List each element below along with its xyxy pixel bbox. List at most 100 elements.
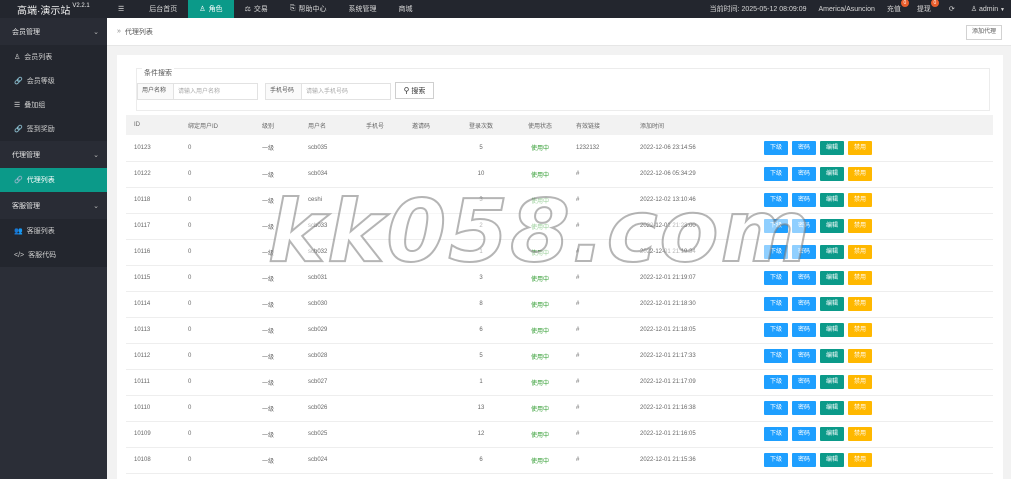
refresh-icon[interactable]: ⟳ <box>949 5 955 13</box>
disable-button[interactable]: 禁用 <box>848 349 873 363</box>
sidebar-item[interactable]: </> 客服代码 <box>0 243 107 267</box>
table-cell: 0 <box>188 223 192 229</box>
disable-button[interactable]: 禁用 <box>848 219 873 233</box>
disable-button[interactable]: 禁用 <box>848 245 873 259</box>
subordinate-button[interactable]: 下级 <box>764 427 789 441</box>
row-actions: 下级 密码 编辑 禁用 <box>756 265 993 291</box>
edit-button[interactable]: 编辑 <box>820 297 845 311</box>
subordinate-button[interactable]: 下级 <box>764 167 789 181</box>
table-cell: 0 <box>188 353 192 359</box>
sidebar-item[interactable]: ☰ 叠加组 <box>0 93 107 117</box>
subordinate-button[interactable]: 下级 <box>764 375 789 389</box>
password-button[interactable]: 密码 <box>792 140 817 155</box>
table-row: 10123 0 一级 scb035 5 使用中 1232132 2022-12-06 23:1… <box>126 135 993 161</box>
edit-button[interactable]: 编辑 <box>820 323 845 337</box>
disable-button[interactable]: 禁用 <box>848 375 873 389</box>
subordinate-button[interactable]: 下级 <box>764 245 789 259</box>
password-button[interactable]: 密码 <box>792 375 817 389</box>
table-cell: 使用中 <box>530 276 549 283</box>
table-cell: scb032 <box>308 249 328 255</box>
sidebar-item[interactable]: 👥 客服列表 <box>0 219 107 243</box>
withdraw-label: 提现 <box>916 6 931 13</box>
table-cell: 一级 <box>262 354 275 361</box>
sidebar-item[interactable]: ♙ 会员列表 <box>0 45 107 69</box>
subordinate-button[interactable]: 下级 <box>764 193 789 207</box>
password-button[interactable]: 密码 <box>792 323 817 337</box>
edit-button[interactable]: 编辑 <box>820 167 845 181</box>
edit-button[interactable]: 编辑 <box>820 349 845 363</box>
recharge-link[interactable]: 充值 0 <box>887 0 909 14</box>
disable-button[interactable]: 禁用 <box>848 323 873 337</box>
table-row: 10112 0 一级 scb028 5 使用中 #2022-12-01 21:17:33 下级… <box>126 343 993 369</box>
password-button[interactable]: 密码 <box>792 453 817 467</box>
sidebar-item[interactable]: 🔗 代理列表 <box>0 168 107 192</box>
password-button[interactable]: 密码 <box>792 167 817 181</box>
disable-button[interactable]: 禁用 <box>848 140 873 155</box>
sidebar-group-0[interactable]: 会员管理 ⌄ <box>0 18 107 45</box>
table-cell: 2022-12-01 21:19:07 <box>640 275 696 281</box>
password-button[interactable]: 密码 <box>792 427 817 441</box>
edit-button[interactable]: 编辑 <box>820 401 845 415</box>
password-button[interactable]: 密码 <box>792 193 817 207</box>
subordinate-button[interactable]: 下级 <box>764 401 789 415</box>
search-button[interactable]: ⚲ 搜索 <box>395 82 434 99</box>
top-nav-item-5[interactable]: 系统管理 <box>337 0 387 18</box>
password-button[interactable]: 密码 <box>792 349 817 363</box>
edit-button[interactable]: 编辑 <box>820 193 845 207</box>
top-nav-item-0[interactable]: ☰ <box>107 0 138 18</box>
top-nav-item-3[interactable]: ⚖ 交易 <box>234 0 279 18</box>
disable-button[interactable]: 禁用 <box>848 453 873 467</box>
disable-button[interactable]: 禁用 <box>848 297 873 311</box>
password-button[interactable]: 密码 <box>792 401 817 415</box>
edit-button[interactable]: 编辑 <box>820 271 845 285</box>
edit-button[interactable]: 编辑 <box>820 219 845 233</box>
row-actions: 下级 密码 编辑 禁用 <box>756 291 993 317</box>
disable-button[interactable]: 禁用 <box>848 401 873 415</box>
disable-button[interactable]: 禁用 <box>848 193 873 207</box>
subordinate-button[interactable]: 下级 <box>764 271 789 285</box>
sidebar-group-2[interactable]: 客服管理 ⌄ <box>0 192 107 219</box>
subordinate-button[interactable]: 下级 <box>764 140 789 155</box>
subordinate-button[interactable]: 下级 <box>764 297 789 311</box>
table-row: 10116 0 一级 scb032 1 使用中 #2022-12-01 21:19:34 下级… <box>126 239 993 265</box>
top-nav: ☰ 后台首页 ♙ 角色 ⚖ 交易 ⎘ 帮助中心 系统管理 商城 <box>107 0 423 18</box>
add-agent-button[interactable]: 添加代理 <box>965 25 1002 40</box>
sidebar-item[interactable]: 🔗 会员等级 <box>0 69 107 93</box>
edit-button[interactable]: 编辑 <box>820 140 845 155</box>
sidebar-group-1[interactable]: 代理管理 ⌄ <box>0 141 107 168</box>
disable-button[interactable]: 禁用 <box>848 427 873 441</box>
table-row: 10109 0 一级 scb025 12 使用中 #2022-12-01 21:16:05 下… <box>126 421 993 447</box>
table-cell <box>404 239 450 265</box>
password-button[interactable]: 密码 <box>792 219 817 233</box>
breadcrumb-current: 代理列表 <box>124 28 153 36</box>
edit-button[interactable]: 编辑 <box>820 245 845 259</box>
top-nav-item-4[interactable]: ⎘ 帮助中心 <box>279 0 338 18</box>
password-button[interactable]: 密码 <box>792 271 817 285</box>
subordinate-button[interactable]: 下级 <box>764 349 789 363</box>
top-nav-item-6[interactable]: 商城 <box>387 0 423 18</box>
subordinate-button[interactable]: 下级 <box>764 323 789 337</box>
password-button[interactable]: 密码 <box>792 245 817 259</box>
app-brand[interactable]: 高端·演示站 V2.2.1 <box>0 0 107 18</box>
table-cell: 一级 <box>262 198 275 205</box>
table-cell: # <box>576 223 580 229</box>
phone-input[interactable] <box>302 84 388 99</box>
subordinate-button[interactable]: 下级 <box>764 453 789 467</box>
top-nav-item-1[interactable]: 后台首页 <box>138 0 188 18</box>
sidebar-item[interactable]: 🔗 签到奖励 <box>0 117 107 141</box>
subordinate-button[interactable]: 下级 <box>764 219 789 233</box>
edit-button[interactable]: 编辑 <box>820 375 845 389</box>
table-cell: 0 <box>188 379 192 385</box>
edit-button[interactable]: 编辑 <box>820 427 845 441</box>
username-input[interactable] <box>174 84 256 99</box>
disable-button[interactable]: 禁用 <box>848 167 873 181</box>
table-cell <box>404 213 450 239</box>
user-menu[interactable]: ♙ admin ▼ <box>971 5 1005 13</box>
password-button[interactable]: 密码 <box>792 297 817 311</box>
edit-button[interactable]: 编辑 <box>820 453 845 467</box>
withdraw-link[interactable]: 提现 0 <box>916 0 939 14</box>
top-nav-item-2[interactable]: ♙ 角色 <box>188 0 234 18</box>
disable-button[interactable]: 禁用 <box>848 271 873 285</box>
table-cell: scb030 <box>308 301 328 307</box>
table-cell: 10118 <box>134 197 151 203</box>
